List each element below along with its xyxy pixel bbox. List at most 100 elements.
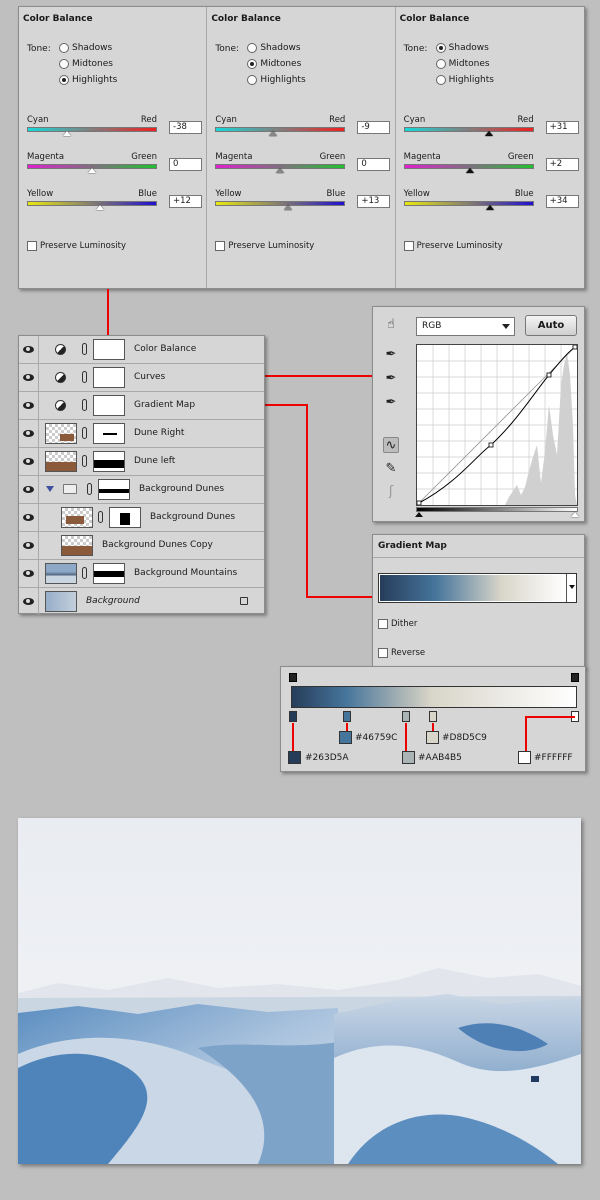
radio-button[interactable] xyxy=(247,59,258,69)
link-icon[interactable] xyxy=(87,483,92,495)
cyan-red-slider[interactable]: Cyan Red xyxy=(27,115,157,136)
color-stop[interactable] xyxy=(289,711,297,722)
visibility-toggle[interactable] xyxy=(19,364,39,391)
layer-thumbnail[interactable] xyxy=(45,563,77,584)
color-stop[interactable] xyxy=(402,711,410,722)
layer-row[interactable]: Curves xyxy=(19,364,264,392)
link-icon[interactable] xyxy=(82,343,87,355)
opacity-stop[interactable] xyxy=(571,673,579,682)
visibility-toggle[interactable] xyxy=(19,448,39,475)
radio-midtones[interactable]: Midtones xyxy=(435,59,490,69)
slider-track[interactable] xyxy=(27,127,157,132)
layer-mask-thumbnail[interactable] xyxy=(109,507,141,528)
link-icon[interactable] xyxy=(82,399,87,411)
checkbox[interactable] xyxy=(378,619,388,629)
slider-thumb[interactable] xyxy=(485,205,494,210)
gradient-bar[interactable] xyxy=(291,686,577,708)
preserve-luminosity-checkbox[interactable]: Preserve Luminosity xyxy=(403,241,503,251)
layer-thumbnail[interactable] xyxy=(45,423,77,444)
layer-row[interactable]: Background Mountains xyxy=(19,560,264,588)
channel-select[interactable]: RGB xyxy=(416,317,515,336)
slider-track[interactable] xyxy=(403,201,534,206)
visibility-toggle[interactable] xyxy=(19,560,39,587)
visibility-toggle[interactable] xyxy=(19,588,39,615)
black-point-eyedropper-icon[interactable]: ✒ xyxy=(383,347,399,363)
layer-mask-thumbnail[interactable] xyxy=(93,367,125,388)
magenta-green-slider[interactable]: Magenta Green xyxy=(403,152,534,173)
on-image-adjust-icon[interactable]: ☝ xyxy=(383,317,399,333)
radio-midtones[interactable]: Midtones xyxy=(247,59,301,69)
visibility-toggle[interactable] xyxy=(19,476,39,503)
slider-thumb[interactable] xyxy=(276,168,285,173)
yellow-blue-slider[interactable]: Yellow Blue xyxy=(403,189,534,210)
layer-row[interactable]: Dune Right xyxy=(19,420,264,448)
slider-thumb[interactable] xyxy=(63,131,71,136)
link-icon[interactable] xyxy=(82,371,87,383)
radio-button[interactable] xyxy=(59,59,69,69)
layer-mask-thumbnail[interactable] xyxy=(93,563,125,584)
checkbox[interactable] xyxy=(27,241,37,251)
yellow-blue-value[interactable]: +34 xyxy=(545,195,579,208)
slider-thumb[interactable] xyxy=(484,131,493,136)
slider-thumb[interactable] xyxy=(88,168,96,173)
layer-thumbnail[interactable] xyxy=(61,507,93,528)
yellow-blue-value[interactable]: +12 xyxy=(169,195,202,208)
layer-row[interactable]: Color Balance xyxy=(19,336,264,364)
radio-shadows[interactable]: Shadows xyxy=(59,43,112,53)
gray-point-eyedropper-icon[interactable]: ✒ xyxy=(383,371,399,387)
smooth-icon[interactable]: ʃ xyxy=(383,484,399,500)
layer-mask-thumbnail[interactable] xyxy=(93,395,125,416)
reverse-checkbox[interactable]: Reverse xyxy=(378,648,425,658)
white-point-slider[interactable] xyxy=(571,512,579,517)
radio-button[interactable] xyxy=(435,75,446,85)
radio-highlights[interactable]: Highlights xyxy=(59,75,117,85)
preserve-luminosity-checkbox[interactable]: Preserve Luminosity xyxy=(27,241,126,251)
slider-track[interactable] xyxy=(215,127,346,132)
visibility-toggle[interactable] xyxy=(19,392,39,419)
curves-graph-svg[interactable] xyxy=(416,344,578,506)
visibility-toggle[interactable] xyxy=(19,336,39,363)
radio-highlights[interactable]: Highlights xyxy=(247,75,306,85)
preserve-luminosity-checkbox[interactable]: Preserve Luminosity xyxy=(215,241,314,251)
layer-group-row[interactable]: Background Dunes xyxy=(19,476,264,504)
radio-button[interactable] xyxy=(435,43,446,53)
dither-checkbox[interactable]: Dither xyxy=(378,619,417,629)
cyan-red-value[interactable]: -9 xyxy=(357,121,391,134)
layer-row[interactable]: Gradient Map xyxy=(19,392,264,420)
gradient-picker[interactable] xyxy=(378,573,577,603)
color-stop[interactable] xyxy=(429,711,437,722)
chevron-down-icon[interactable] xyxy=(566,574,576,602)
magenta-green-slider[interactable]: Magenta Green xyxy=(27,152,157,173)
link-icon[interactable] xyxy=(82,455,87,467)
layer-row[interactable]: Background xyxy=(19,588,264,616)
pencil-icon[interactable]: ✎ xyxy=(383,461,399,477)
magenta-green-value[interactable]: +2 xyxy=(545,158,579,171)
checkbox[interactable] xyxy=(378,648,388,658)
visibility-toggle[interactable] xyxy=(19,532,39,559)
layer-row[interactable]: Dune left xyxy=(19,448,264,476)
color-stop[interactable] xyxy=(343,711,351,722)
slider-track[interactable] xyxy=(215,201,346,206)
gradient-preview[interactable] xyxy=(380,575,566,601)
layer-mask-thumbnail[interactable] xyxy=(93,451,125,472)
cyan-red-value[interactable]: +31 xyxy=(545,121,579,134)
white-point-eyedropper-icon[interactable]: ✒ xyxy=(383,395,399,411)
checkbox[interactable] xyxy=(215,241,226,251)
layer-thumbnail[interactable] xyxy=(61,535,93,556)
slider-thumb[interactable] xyxy=(465,168,474,173)
link-icon[interactable] xyxy=(98,511,103,523)
slider-thumb[interactable] xyxy=(284,205,293,210)
slider-track[interactable] xyxy=(27,201,157,206)
slider-thumb[interactable] xyxy=(96,205,104,210)
cyan-red-value[interactable]: -38 xyxy=(169,121,202,134)
curves-graph[interactable] xyxy=(416,344,578,506)
auto-button[interactable]: Auto xyxy=(525,315,577,336)
opacity-stop[interactable] xyxy=(289,673,297,682)
radio-highlights[interactable]: Highlights xyxy=(435,75,494,85)
layer-thumbnail[interactable] xyxy=(45,451,77,472)
radio-button[interactable] xyxy=(59,75,69,85)
visibility-toggle[interactable] xyxy=(19,420,39,447)
layer-mask-thumbnail[interactable] xyxy=(98,479,130,500)
magenta-green-value[interactable]: 0 xyxy=(169,158,202,171)
radio-shadows[interactable]: Shadows xyxy=(247,43,301,53)
